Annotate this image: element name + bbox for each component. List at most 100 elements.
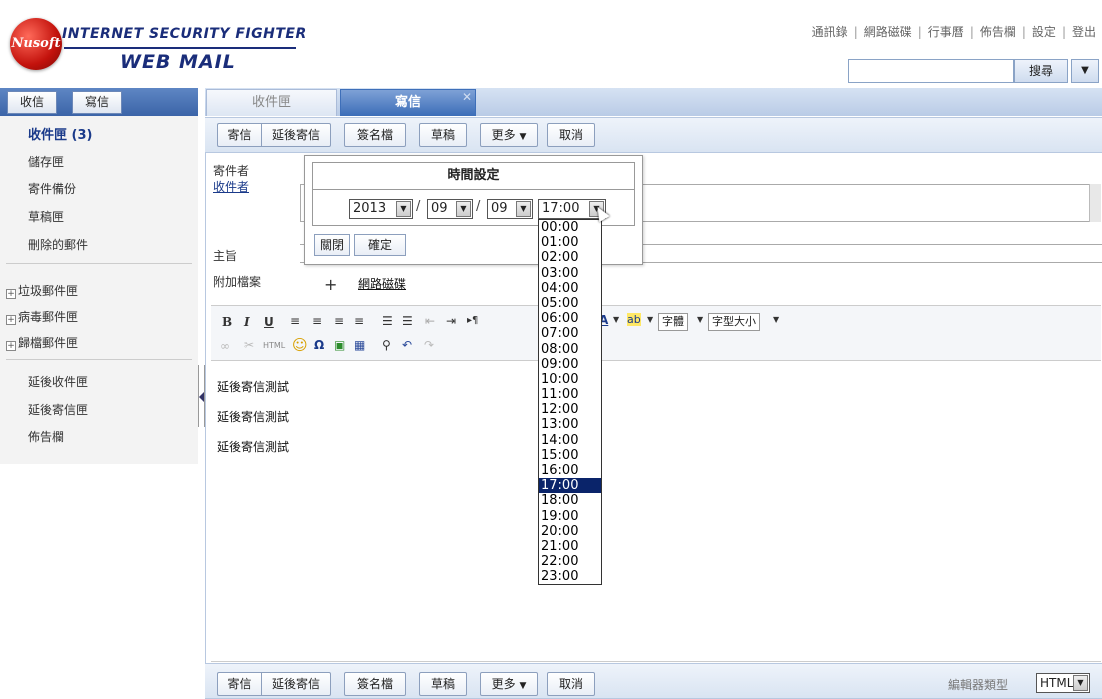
hour-option[interactable]: 11:00	[539, 387, 601, 402]
search-input[interactable]	[848, 59, 1014, 83]
search-options-chevron-icon[interactable]: ▼	[1071, 59, 1099, 83]
link-settings[interactable]: 設定	[1032, 25, 1056, 39]
hour-option[interactable]: 20:00	[539, 524, 601, 539]
hour-option[interactable]: 08:00	[539, 342, 601, 357]
hour-option[interactable]: 14:00	[539, 433, 601, 448]
expand-plus-icon[interactable]: +	[6, 315, 16, 325]
font-size-select[interactable]: 字型大小	[708, 313, 760, 331]
chevron-down-icon[interactable]: ▼	[647, 315, 653, 324]
bullet-list-icon[interactable]: ☰	[382, 314, 393, 328]
close-popup-button[interactable]: 關閉	[314, 234, 350, 256]
hour-option[interactable]: 07:00	[539, 326, 601, 341]
folder-saved[interactable]: 儲存匣	[28, 153, 64, 170]
editor-body[interactable]	[211, 362, 1101, 662]
undo-icon[interactable]: ↶	[402, 338, 412, 352]
hour-option[interactable]: 15:00	[539, 448, 601, 463]
align-right-icon[interactable]: ≡	[334, 314, 344, 328]
link-icon[interactable]: ∞	[220, 339, 230, 353]
day-select[interactable]: 09 ▼	[487, 199, 533, 219]
font-family-select[interactable]: 字體	[658, 313, 688, 331]
tab-inbox[interactable]: 收件匣	[206, 89, 337, 116]
hour-option[interactable]: 00:00	[539, 220, 601, 235]
hour-option[interactable]: 09:00	[539, 357, 601, 372]
chevron-down-icon[interactable]: ▼	[697, 315, 703, 324]
hour-dropdown-list[interactable]: 00:00 01:00 02:00 03:00 04:00 05:00 06:00 07:00…	[538, 219, 602, 585]
draft-button[interactable]: 草稿	[419, 672, 467, 696]
link-logout[interactable]: 登出	[1072, 25, 1096, 39]
hour-option[interactable]: 06:00	[539, 311, 601, 326]
special-char-icon[interactable]: Ω	[314, 338, 324, 352]
chevron-down-icon[interactable]: ▼	[613, 315, 619, 324]
hour-option[interactable]: 17:00	[539, 478, 601, 494]
paragraph-direction-icon[interactable]: ▸¶	[467, 315, 478, 326]
chevron-down-icon[interactable]: ▼	[516, 201, 531, 217]
find-icon[interactable]: ⚲	[382, 338, 391, 352]
link-calendar[interactable]: 行事曆	[928, 25, 964, 39]
folder-drafts[interactable]: 草稿匣	[28, 208, 64, 225]
hour-option[interactable]: 12:00	[539, 402, 601, 417]
number-list-icon[interactable]: ☰	[402, 314, 413, 328]
html-source-icon[interactable]: HTML	[263, 341, 285, 350]
hour-option[interactable]: 01:00	[539, 235, 601, 250]
send-button[interactable]: 寄信	[217, 672, 261, 696]
italic-icon[interactable]: I	[244, 315, 250, 329]
hour-option[interactable]: 13:00	[539, 417, 601, 432]
month-select[interactable]: 09 ▼	[427, 199, 473, 219]
collapse-arrow-icon[interactable]	[199, 392, 204, 402]
hour-option[interactable]: 22:00	[539, 554, 601, 569]
cancel-button[interactable]: 取消	[547, 123, 595, 147]
link-bulletin[interactable]: 佈告欄	[980, 25, 1016, 39]
align-left-icon[interactable]: ≡	[290, 314, 300, 328]
folder-sent[interactable]: 寄件備份	[28, 180, 76, 197]
folder-virus[interactable]: + 病毒郵件匣	[6, 308, 78, 325]
hour-option[interactable]: 04:00	[539, 281, 601, 296]
year-select[interactable]: 2013 ▼	[349, 199, 413, 219]
draft-button[interactable]: 草稿	[419, 123, 467, 147]
expand-plus-icon[interactable]: +	[6, 341, 16, 351]
image-icon[interactable]: ▣	[334, 338, 345, 352]
indent-icon[interactable]: ⇥	[446, 314, 456, 328]
chevron-down-icon[interactable]: ▼	[396, 201, 411, 217]
hour-option[interactable]: 18:00	[539, 493, 601, 508]
send-button[interactable]: 寄信	[217, 123, 261, 147]
recipient-label[interactable]: 收件者	[213, 178, 249, 195]
justify-icon[interactable]: ≡	[354, 314, 364, 328]
hour-option[interactable]: 05:00	[539, 296, 601, 311]
delay-send-button[interactable]: 延後寄信	[261, 672, 331, 696]
table-icon[interactable]: ▦	[354, 338, 365, 352]
redo-icon[interactable]: ↷	[424, 338, 434, 352]
folder-bulletin[interactable]: 佈告欄	[28, 428, 64, 445]
chevron-down-icon[interactable]: ▼	[456, 201, 471, 217]
add-attachment-icon[interactable]: +	[324, 275, 337, 294]
editor-type-select[interactable]: HTML ▼	[1036, 673, 1090, 693]
confirm-time-button[interactable]: 確定	[354, 234, 406, 256]
align-center-icon[interactable]: ≡	[312, 314, 322, 328]
expand-plus-icon[interactable]: +	[6, 289, 16, 299]
chevron-down-icon[interactable]: ▼	[1073, 675, 1088, 691]
highlight-color-icon[interactable]: ab	[627, 313, 641, 326]
folder-spam[interactable]: + 垃圾郵件匣	[6, 282, 78, 299]
folder-deleted[interactable]: 刪除的郵件	[28, 236, 88, 253]
signature-button[interactable]: 簽名檔	[344, 672, 406, 696]
cancel-button[interactable]: 取消	[547, 672, 595, 696]
hour-option[interactable]: 19:00	[539, 509, 601, 524]
compose-mail-button[interactable]: 寫信	[72, 91, 122, 114]
link-contacts[interactable]: 通訊錄	[812, 25, 848, 39]
network-drive-link[interactable]: 網路磁碟	[358, 275, 406, 292]
search-button[interactable]: 搜尋	[1014, 59, 1068, 83]
folder-delayed-outbox[interactable]: 延後寄信匣	[28, 401, 88, 418]
folder-delayed-inbox[interactable]: 延後收件匣	[28, 373, 88, 390]
more-button[interactable]: 更多 ▼	[480, 123, 538, 147]
hour-option[interactable]: 10:00	[539, 372, 601, 387]
underline-icon[interactable]: U	[264, 315, 274, 329]
folder-archive[interactable]: + 歸檔郵件匣	[6, 334, 78, 351]
close-icon[interactable]: ✕	[462, 90, 472, 104]
unlink-icon[interactable]: ✂	[244, 338, 254, 352]
delay-send-button[interactable]: 延後寄信	[261, 123, 331, 147]
emoticon-icon[interactable]: ☺	[292, 336, 308, 354]
hour-option[interactable]: 02:00	[539, 250, 601, 265]
chevron-down-icon[interactable]: ▼	[773, 315, 779, 324]
hour-option[interactable]: 21:00	[539, 539, 601, 554]
bold-icon[interactable]: B	[222, 315, 232, 329]
hour-option[interactable]: 16:00	[539, 463, 601, 478]
